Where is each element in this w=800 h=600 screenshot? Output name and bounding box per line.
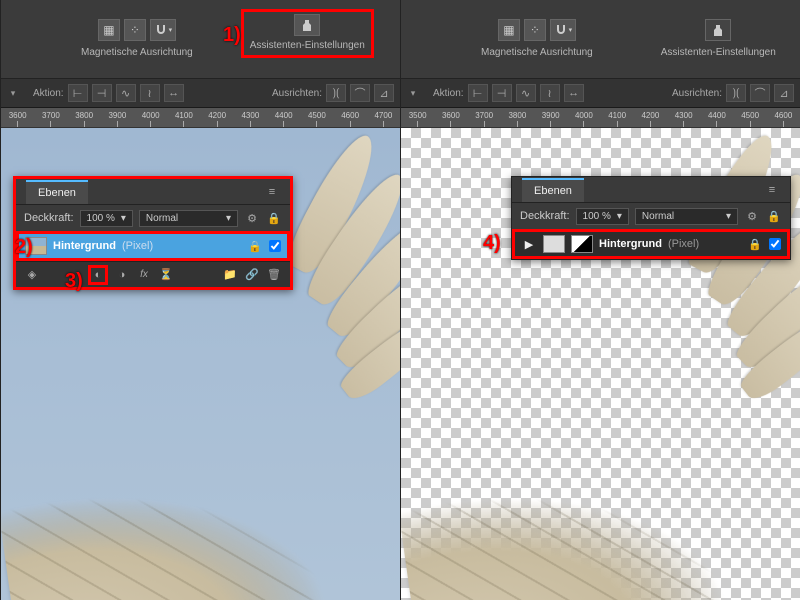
trash-icon[interactable]: 🗑 [266,267,282,283]
mask-button[interactable]: ◐ [88,265,108,285]
layer-thumbnail [543,235,565,253]
align-label: Ausrichten: [672,88,722,99]
layers-tab[interactable]: Ebenen [26,180,88,204]
action-btn-3[interactable]: ∿ [116,84,136,102]
layer-lock-icon[interactable]: 🔒 [247,238,263,254]
callout-4: 4) [483,232,501,255]
gear-icon[interactable]: ⚙ [244,210,260,226]
layer-visible-checkbox[interactable] [269,240,281,252]
action-btn-2[interactable]: ⊣ [492,84,512,102]
magnetic-label: Magnetische Ausrichtung [81,47,193,58]
layer-name: Hintergrund [53,240,116,252]
adjustment-icon[interactable]: ◑ [114,267,130,283]
magnetic-alignment-group: ▦ ⁘ ▾ Magnetische Ausrichtung [481,19,593,58]
callout-1: 1) [223,24,241,47]
layer-visible-checkbox[interactable] [769,238,781,250]
top-toolbar: ▦ ⁘ ▾ Magnetische Ausrichtung Assistente… [1,0,400,78]
action-label: Aktion: [433,88,464,99]
link-icon[interactable]: 🔗 [244,267,260,283]
action-btn-4[interactable]: ≀ [140,84,160,102]
magnetic-alignment-group: ▦ ⁘ ▾ Magnetische Ausrichtung [81,19,193,58]
magnet-icon[interactable]: ▾ [150,19,176,41]
blend-mode-dropdown[interactable]: Normal▾ [139,210,238,227]
chevron-down-icon[interactable]: ▾ [7,87,19,99]
magnet-icon[interactable]: ▾ [550,19,576,41]
action-label: Aktion: [33,88,64,99]
action-btn-3[interactable]: ∿ [516,84,536,102]
layer-name: Hintergrund [599,238,662,250]
panel-menu-icon[interactable]: ≡ [764,182,780,198]
layers-panel: Ebenen ≡ Deckkraft: 100 %▾ Normal▾ ⚙ 🔒 H… [13,176,293,290]
folder-icon[interactable]: 📁 [222,267,238,283]
action-btn-1[interactable]: ⊢ [68,84,88,102]
mask-thumbnail [571,235,593,253]
canvas-area[interactable]: Ebenen ≡ Deckkraft: 100 %▾ Normal▾ ⚙ 🔒 H… [1,128,400,600]
action-btn-1[interactable]: ⊢ [468,84,488,102]
gear-icon[interactable]: ⚙ [744,208,760,224]
magnetic-label: Magnetische Ausrichtung [481,47,593,58]
canvas-area[interactable]: Ebenen ≡ Deckkraft: 100 %▾ Normal▾ ⚙ 🔒 ▶… [401,128,800,600]
layers-tab[interactable]: Ebenen [522,178,584,202]
action-btn-4[interactable]: ≀ [540,84,560,102]
layer-type: (Pixel) [122,240,153,252]
callout-3: 3) [65,270,83,293]
dots-icon[interactable]: ⁘ [124,19,146,41]
layer-type: (Pixel) [668,238,699,250]
layer-lock-icon[interactable]: 🔒 [747,236,763,252]
action-btn-5[interactable]: ↔ [564,84,584,102]
top-toolbar: ▦ ⁘ ▾ Magnetische Ausrichtung Assistente… [401,0,800,78]
lock-icon[interactable]: 🔒 [266,210,282,226]
opacity-dropdown[interactable]: 100 %▾ [80,210,133,227]
mask-icon: ◐ [91,267,105,283]
layer-row-background[interactable]: Hintergrund (Pixel) 🔒 [16,231,290,261]
layers-bottom-toolbar: ◈ ◐ ◑ fx ⏳ 📁 🔗 🗑 [16,261,290,287]
lock-icon[interactable]: 🔒 [766,208,782,224]
layer-row-background[interactable]: ▶ Hintergrund (Pixel) 🔒 [512,229,790,259]
layers-panel: Ebenen ≡ Deckkraft: 100 %▾ Normal▾ ⚙ 🔒 ▶… [511,176,791,260]
panel-menu-icon[interactable]: ≡ [264,184,280,200]
fx-icon[interactable]: fx [136,267,152,283]
opacity-label: Deckkraft: [520,210,570,222]
assistant-icon [705,19,731,41]
dots-icon[interactable]: ⁘ [524,19,546,41]
assistant-settings-button[interactable]: Assistenten-Einstellungen [661,19,776,58]
chevron-down-icon[interactable]: ▾ [407,87,419,99]
opacity-label: Deckkraft: [24,212,74,224]
blend-mode-dropdown[interactable]: Normal▾ [635,208,738,225]
action-btn-2[interactable]: ⊣ [92,84,112,102]
assistant-label: Assistenten-Einstellungen [250,40,365,51]
callout-2: 2) [15,236,33,259]
action-btn-5[interactable]: ↔ [164,84,184,102]
opacity-dropdown[interactable]: 100 %▾ [576,208,629,225]
grid-icon[interactable]: ▦ [498,19,520,41]
layers-icon[interactable]: ◈ [24,267,40,283]
align-label: Ausrichten: [272,88,322,99]
funnel-icon[interactable]: ⏳ [158,267,174,283]
assistant-icon [294,14,320,36]
assistant-settings-button[interactable]: Assistenten-Einstellungen [241,9,374,58]
assistant-label: Assistenten-Einstellungen [661,47,776,58]
expand-triangle-icon[interactable]: ▶ [521,236,537,252]
grid-icon[interactable]: ▦ [98,19,120,41]
